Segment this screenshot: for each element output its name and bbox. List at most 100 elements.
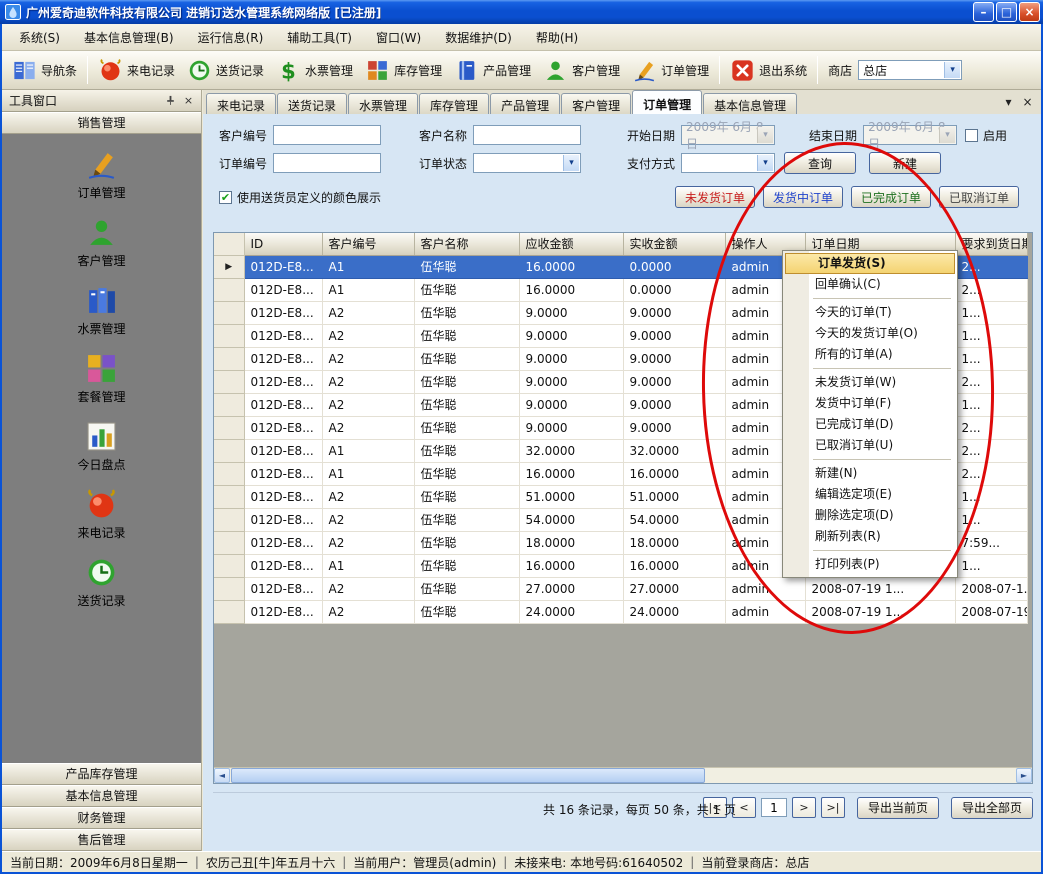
context-menu-item-14[interactable]: 删除选定项(D) bbox=[783, 505, 957, 526]
column-header-1[interactable]: 客户编号 bbox=[322, 233, 414, 255]
toolbar-button-product[interactable]: 产品管理 bbox=[448, 55, 537, 86]
tab-2[interactable]: 水票管理 bbox=[348, 93, 418, 114]
minimize-button[interactable] bbox=[973, 2, 994, 22]
toolbar-button-delivery[interactable]: 送货记录 bbox=[181, 55, 270, 86]
context-menu-item-9[interactable]: 已完成订单(D) bbox=[783, 414, 957, 435]
context-menu-item-8[interactable]: 发货中订单(F) bbox=[783, 393, 957, 414]
table-row[interactable]: 012D-E8...A2伍华聪27.000027.0000admin2008-0… bbox=[214, 577, 1027, 600]
customer-no-input[interactable] bbox=[273, 125, 381, 145]
status-filter-button-0[interactable]: 未发货订单 bbox=[675, 186, 755, 208]
menubar-item-6[interactable]: 帮助(H) bbox=[525, 25, 589, 50]
scroll-right-icon[interactable] bbox=[1016, 768, 1032, 783]
sidebar-item-today[interactable]: 今日盘点 bbox=[2, 420, 201, 473]
row-selector[interactable] bbox=[214, 347, 244, 370]
close-button[interactable] bbox=[1019, 2, 1040, 22]
row-selector[interactable] bbox=[214, 393, 244, 416]
row-selector[interactable] bbox=[214, 462, 244, 485]
tool-window-close-icon[interactable] bbox=[181, 93, 196, 108]
table-row[interactable]: 012D-E8...A2伍华聪24.000024.0000admin2008-0… bbox=[214, 600, 1027, 623]
sidebar-item-delivery[interactable]: 送货记录 bbox=[2, 556, 201, 609]
row-selector[interactable] bbox=[214, 600, 244, 623]
toolbar-button-inventory[interactable]: 库存管理 bbox=[359, 55, 448, 86]
store-combobox[interactable]: 总店 bbox=[858, 60, 962, 80]
toolbar-button-ticket[interactable]: $水票管理 bbox=[270, 55, 359, 86]
tab-close-icon[interactable] bbox=[1020, 94, 1035, 109]
context-menu-item-17[interactable]: 打印列表(P) bbox=[783, 554, 957, 575]
column-header-0[interactable]: ID bbox=[244, 233, 322, 255]
column-header-7[interactable]: 要求到货日期 bbox=[955, 233, 1027, 255]
context-menu-item-1[interactable]: 回单确认(C) bbox=[783, 274, 957, 295]
page-number-input[interactable] bbox=[761, 798, 787, 817]
status-filter-button-3[interactable]: 已取消订单 bbox=[939, 186, 1019, 208]
sidebar-item-package[interactable]: 套餐管理 bbox=[2, 352, 201, 405]
menubar-item-3[interactable]: 辅助工具(T) bbox=[276, 25, 363, 50]
sidebar-section-1[interactable]: 基本信息管理 bbox=[2, 785, 201, 807]
menubar-item-1[interactable]: 基本信息管理(B) bbox=[73, 25, 185, 50]
enable-date-checkbox[interactable] bbox=[965, 129, 978, 142]
customer-name-input[interactable] bbox=[473, 125, 581, 145]
context-menu-item-10[interactable]: 已取消订单(U) bbox=[783, 435, 957, 456]
query-button[interactable]: 查询 bbox=[784, 152, 856, 174]
menubar-item-4[interactable]: 窗口(W) bbox=[365, 25, 432, 50]
end-date-picker[interactable]: 2009年 6月 8日 bbox=[863, 125, 957, 145]
context-menu-item-12[interactable]: 新建(N) bbox=[783, 463, 957, 484]
sidebar-section-2[interactable]: 财务管理 bbox=[2, 807, 201, 829]
order-no-input[interactable] bbox=[273, 153, 381, 173]
export-current-page-button[interactable]: 导出当前页 bbox=[857, 797, 939, 819]
menubar-item-2[interactable]: 运行信息(R) bbox=[187, 25, 275, 50]
row-selector[interactable] bbox=[214, 370, 244, 393]
sidebar-section-sales[interactable]: 销售管理 bbox=[2, 112, 201, 134]
menubar-item-0[interactable]: 系统(S) bbox=[8, 25, 71, 50]
context-menu-item-3[interactable]: 今天的订单(T) bbox=[783, 302, 957, 323]
row-selector[interactable] bbox=[214, 324, 244, 347]
row-selector[interactable] bbox=[214, 554, 244, 577]
context-menu-item-0[interactable]: 订单发货(S) bbox=[785, 253, 955, 274]
row-selector[interactable] bbox=[214, 508, 244, 531]
sidebar-section-3[interactable]: 售后管理 bbox=[2, 829, 201, 851]
row-selector[interactable] bbox=[214, 301, 244, 324]
column-header-4[interactable]: 实收金额 bbox=[623, 233, 725, 255]
row-selector[interactable] bbox=[214, 416, 244, 439]
context-menu-item-5[interactable]: 所有的订单(A) bbox=[783, 344, 957, 365]
export-all-pages-button[interactable]: 导出全部页 bbox=[951, 797, 1033, 819]
row-selector[interactable] bbox=[214, 485, 244, 508]
menubar-item-5[interactable]: 数据维护(D) bbox=[434, 25, 523, 50]
order-status-combobox[interactable] bbox=[473, 153, 581, 173]
last-page-button[interactable]: >| bbox=[821, 797, 845, 818]
column-header-3[interactable]: 应收金额 bbox=[519, 233, 623, 255]
pay-method-combobox[interactable] bbox=[681, 153, 775, 173]
sidebar-item-customer[interactable]: 客户管理 bbox=[2, 216, 201, 269]
tab-5[interactable]: 客户管理 bbox=[561, 93, 631, 114]
context-menu-item-4[interactable]: 今天的发货订单(O) bbox=[783, 323, 957, 344]
toolbar-button-call[interactable]: 来电记录 bbox=[92, 55, 181, 86]
maximize-button[interactable] bbox=[996, 2, 1017, 22]
tab-6[interactable]: 订单管理 bbox=[632, 90, 702, 114]
row-selector[interactable] bbox=[214, 531, 244, 554]
column-header-2[interactable]: 客户名称 bbox=[414, 233, 519, 255]
context-menu-item-7[interactable]: 未发货订单(W) bbox=[783, 372, 957, 393]
sidebar-item-call[interactable]: 来电记录 bbox=[2, 488, 201, 541]
scroll-left-icon[interactable] bbox=[214, 768, 230, 783]
status-filter-button-1[interactable]: 发货中订单 bbox=[763, 186, 843, 208]
context-menu-item-13[interactable]: 编辑选定项(E) bbox=[783, 484, 957, 505]
row-selector[interactable]: ▶ bbox=[214, 255, 244, 278]
toolbar-button-exit[interactable]: 退出系统 bbox=[724, 55, 813, 86]
new-button[interactable]: 新建 bbox=[869, 152, 941, 174]
toolbar-button-navigator[interactable]: 导航条 bbox=[6, 55, 83, 86]
row-selector[interactable] bbox=[214, 439, 244, 462]
tab-4[interactable]: 产品管理 bbox=[490, 93, 560, 114]
status-filter-button-2[interactable]: 已完成订单 bbox=[851, 186, 931, 208]
tab-7[interactable]: 基本信息管理 bbox=[703, 93, 797, 114]
sidebar-item-order[interactable]: 订单管理 bbox=[2, 148, 201, 201]
tab-list-chevron-icon[interactable] bbox=[1001, 94, 1016, 109]
context-menu-item-15[interactable]: 刷新列表(R) bbox=[783, 526, 957, 547]
toolbar-button-order[interactable]: 订单管理 bbox=[626, 55, 715, 86]
tab-0[interactable]: 来电记录 bbox=[206, 93, 276, 114]
scrollbar-thumb[interactable] bbox=[231, 768, 705, 783]
toolbar-button-customer[interactable]: 客户管理 bbox=[537, 55, 626, 86]
tab-1[interactable]: 送货记录 bbox=[277, 93, 347, 114]
pin-icon[interactable] bbox=[163, 93, 178, 108]
delivery-color-checkbox[interactable] bbox=[219, 191, 232, 204]
row-selector[interactable] bbox=[214, 278, 244, 301]
horizontal-scrollbar[interactable] bbox=[214, 767, 1032, 783]
